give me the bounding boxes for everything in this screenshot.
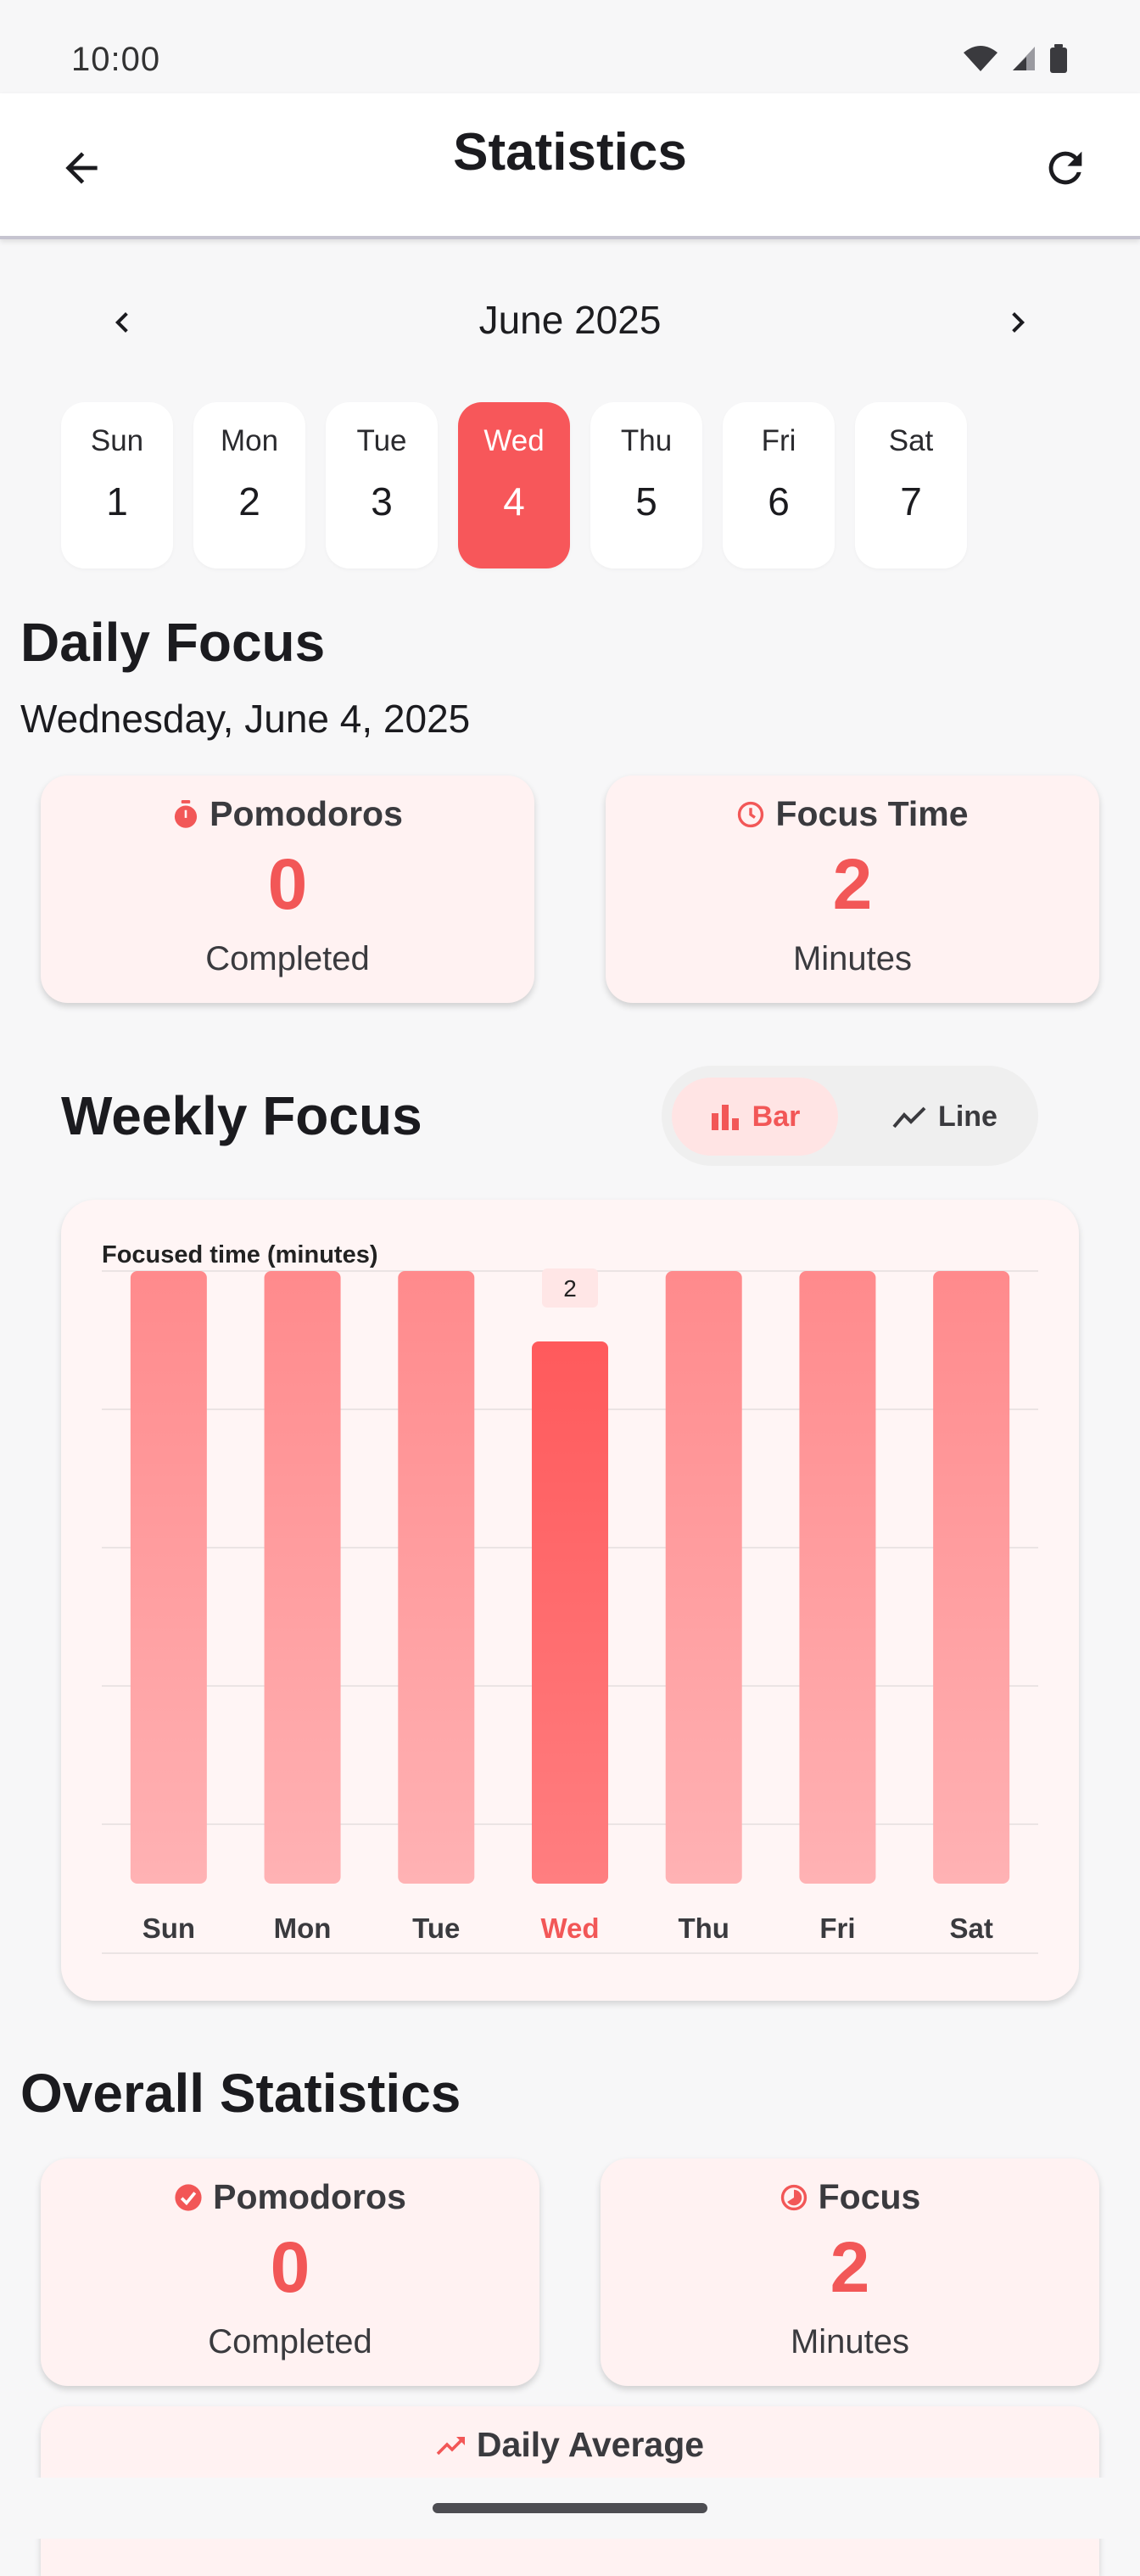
day-name: Mon: [220, 424, 279, 457]
refresh-button[interactable]: [1028, 131, 1103, 205]
day-number: 1: [106, 479, 128, 524]
focus-time-label: Focus Time: [775, 794, 969, 833]
day-number: 7: [900, 479, 922, 524]
wifi-icon: [964, 46, 998, 71]
page-title: Statistics: [453, 123, 687, 182]
x-tick-label: Mon: [274, 1912, 332, 1944]
status-time: 10:00: [71, 41, 161, 78]
next-month-button[interactable]: [984, 288, 1052, 356]
card-label: Pomodoros: [41, 794, 534, 834]
signal-icon: [1013, 47, 1035, 70]
pomodoros-unit: Completed: [205, 940, 370, 977]
card-label: Focus Time: [606, 794, 1099, 834]
pomodoros-value: 0: [267, 844, 308, 924]
value-label: 2: [563, 1275, 577, 1302]
trending-up-icon: [436, 2436, 465, 2455]
bar-thu: [665, 1271, 742, 1884]
daily-focus-time-card: Focus Time 2 Minutes: [606, 776, 1099, 1003]
day-wed-selected[interactable]: Wed 4: [458, 402, 570, 568]
day-name: Sat: [888, 424, 934, 457]
battery-icon: [1050, 44, 1067, 73]
day-name: Tue: [356, 424, 407, 457]
day-number: 3: [371, 479, 393, 524]
x-tick-label: Sun: [142, 1912, 195, 1944]
app-bar: Statistics: [0, 93, 1140, 239]
x-tick-label: Fri: [819, 1912, 855, 1944]
check-circle-icon: [175, 2183, 202, 2211]
daily-focus-title: Daily Focus: [20, 612, 326, 673]
bar-sun: [130, 1271, 207, 1884]
line-toggle-button[interactable]: Line: [862, 1078, 1028, 1156]
day-tue[interactable]: Tue 3: [326, 402, 438, 568]
card-label: Pomodoros: [41, 2177, 539, 2217]
day-name: Thu: [620, 424, 673, 457]
bar-fri: [799, 1271, 876, 1884]
daily-average-label: Daily Average: [476, 2425, 705, 2464]
day-name: Wed: [483, 424, 545, 457]
overall-focus-unit: Minutes: [790, 2323, 910, 2360]
bar-chart-icon: [711, 1105, 739, 1130]
focus-time-value: 2: [832, 844, 873, 924]
line-chart-icon: [892, 1106, 926, 1128]
overall-statistics-title: Overall Statistics: [20, 2063, 461, 2124]
day-thu[interactable]: Thu 5: [590, 402, 702, 568]
pomodoros-label: Pomodoros: [210, 794, 403, 833]
chevron-right-icon: [1012, 312, 1025, 333]
focus-time-unit: Minutes: [792, 940, 913, 977]
daily-pomodoros-card: Pomodoros 0 Completed: [41, 776, 534, 1003]
day-sun[interactable]: Sun 1: [61, 402, 173, 568]
bar-tue: [398, 1271, 475, 1884]
overall-focus-value: 2: [830, 2227, 870, 2307]
card-label: Focus: [601, 2177, 1099, 2217]
bar-mon: [264, 1271, 341, 1884]
overall-focus-card: Focus 2 Minutes: [601, 2159, 1099, 2386]
month-label: June 2025: [478, 298, 662, 342]
gesture-handle[interactable]: [433, 2503, 707, 2513]
day-sat[interactable]: Sat 7: [855, 402, 967, 568]
timer-icon: [175, 799, 198, 828]
clock-icon: [738, 801, 764, 827]
daily-date: Wednesday, June 4, 2025: [20, 697, 471, 741]
overall-pomodoros-unit: Completed: [208, 2323, 372, 2360]
overall-pomodoros-value: 0: [270, 2227, 310, 2307]
day-name: Sun: [90, 424, 144, 457]
weekly-focus-title: Weekly Focus: [61, 1085, 422, 1146]
y-axis-label: Focused time (minutes): [102, 1241, 378, 1268]
day-number: 6: [768, 479, 790, 524]
day-number: 2: [238, 479, 260, 524]
day-fri[interactable]: Fri 6: [723, 402, 835, 568]
status-icons: [962, 44, 1069, 73]
card-label: Daily Average: [41, 2425, 1099, 2465]
line-toggle-label: Line: [938, 1100, 998, 1133]
refresh-icon: [1048, 151, 1082, 185]
day-mon[interactable]: Mon 2: [193, 402, 305, 568]
bar-toggle-label: Bar: [752, 1100, 801, 1133]
weekly-bar-chart: Focused time (minutes) Sun Mon Tue 2 Wed Thu Fr…: [102, 1241, 1038, 1954]
x-tick-label: Sat: [949, 1912, 992, 1944]
bar-sat: [933, 1271, 1010, 1884]
x-tick-label: Thu: [678, 1912, 729, 1944]
day-number: 4: [503, 479, 525, 524]
overall-pomodoros-label: Pomodoros: [213, 2177, 406, 2216]
day-number: 5: [635, 479, 657, 524]
timelapse-icon: [780, 2184, 807, 2210]
overall-focus-label: Focus: [818, 2177, 921, 2216]
day-name: Fri: [761, 424, 796, 457]
overall-pomodoros-card: Pomodoros 0 Completed: [41, 2159, 539, 2386]
bar-wed: [532, 1341, 608, 1884]
chart-type-toggle: Bar Line: [662, 1066, 1038, 1166]
x-tick-label: Tue: [412, 1912, 460, 1944]
weekly-chart-card: Focused time (minutes) Sun Mon Tue 2 Wed Thu Fr…: [61, 1200, 1079, 2001]
x-tick-label: Wed: [540, 1912, 599, 1944]
bar-toggle-button[interactable]: Bar: [672, 1078, 838, 1156]
